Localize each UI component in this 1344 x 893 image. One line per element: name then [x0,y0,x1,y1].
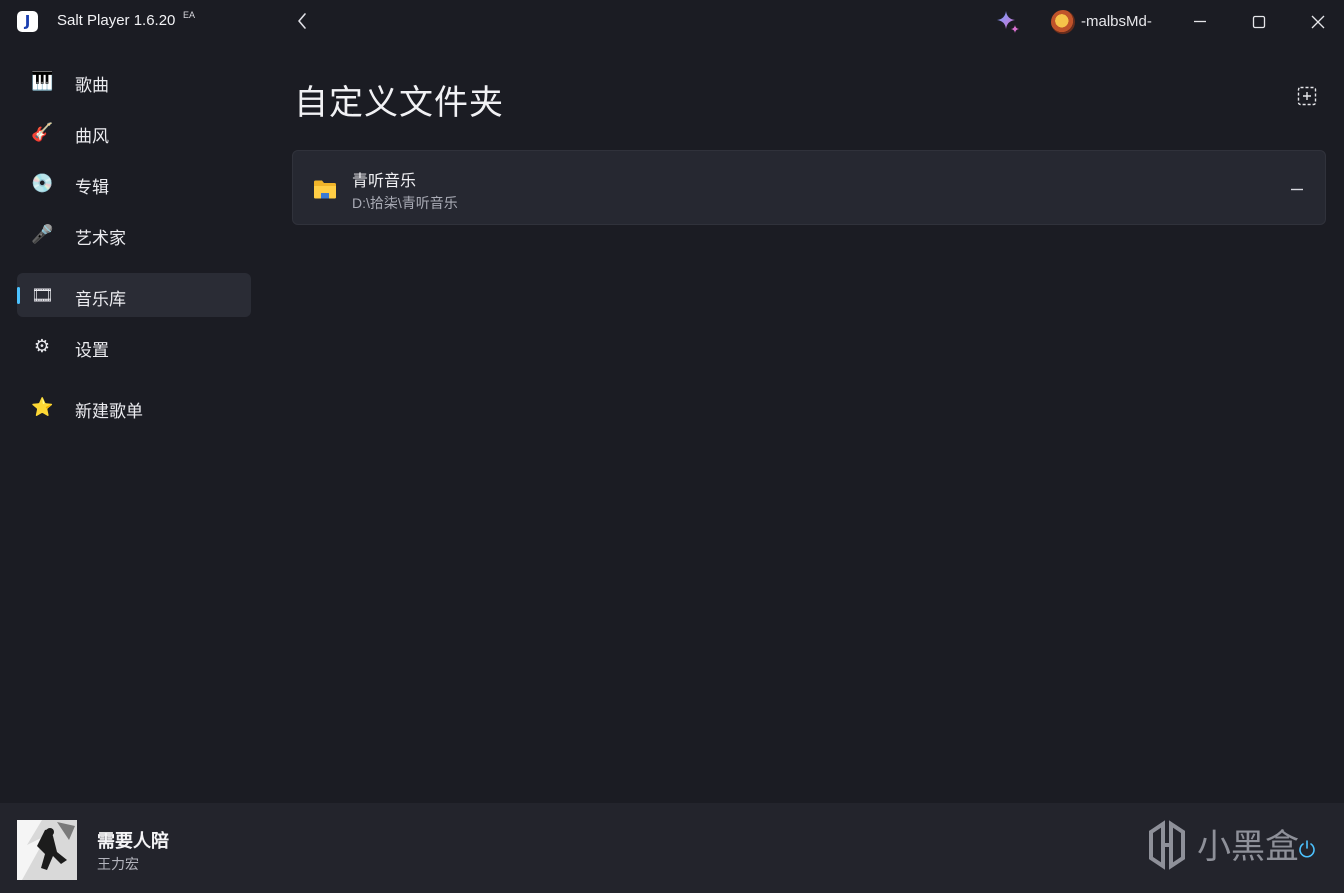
album-cover[interactable] [17,820,77,880]
folder-icon [314,180,336,199]
album-art-image [17,820,77,880]
sidebar-item-settings[interactable]: ⚙ 设置 [17,324,251,368]
add-folder-button[interactable] [1295,84,1319,108]
sidebar-item-label: 新建歌单 [75,402,143,421]
sidebar-item-label: 专辑 [75,178,109,197]
sidebar-item-label: 艺术家 [75,229,126,248]
sidebar-item-music-library[interactable]: 🎞 音乐库 [17,273,251,317]
piano-keys-icon: 🎹 [31,71,54,91]
app-title: Salt Player 1.6.20 [57,12,176,29]
minimize-button[interactable] [1185,8,1215,36]
minus-icon [1291,188,1303,191]
early-access-badge: EA [183,10,196,20]
sidebar-item-label: 设置 [75,341,109,360]
sidebar-item-label: 曲风 [75,127,109,146]
username[interactable]: -malbsMd- [1081,13,1152,30]
watermark-text: 小黑盒 [1197,827,1299,867]
app-logo: J [17,11,38,32]
add-box-icon [1297,86,1317,106]
maximize-icon [1252,15,1266,29]
user-avatar[interactable] [1051,10,1075,34]
remove-folder-button[interactable] [1285,177,1309,201]
active-indicator [17,287,20,304]
chevron-left-icon [298,13,306,29]
sidebar-item-songs[interactable]: 🎹 歌曲 [17,59,251,103]
gear-icon: ⚙ [33,336,51,356]
artist-name: 王力宏 [97,856,139,872]
power-icon [1299,840,1315,858]
maximize-button[interactable] [1244,8,1274,36]
vinyl-record-icon: 💿 [31,173,54,193]
player-bar: 需要人陪 王力宏 小黑盒 [0,803,1344,893]
page-title: 自定义文件夹 [294,84,504,122]
minimize-icon [1194,20,1206,23]
sidebar-item-label: 歌曲 [75,76,109,95]
power-button[interactable] [1296,838,1318,860]
sidebar-item-label: 音乐库 [75,290,126,309]
sidebar-item-artists[interactable]: 🎤 艺术家 [17,212,251,256]
sidebar-item-genres[interactable]: 🎸 曲风 [17,110,251,154]
sidebar-item-new-playlist[interactable]: ⭐ 新建歌单 [17,385,251,429]
folder-card[interactable]: 青听音乐 D:\拾柒\青听音乐 [292,150,1326,225]
ai-sparkle-button[interactable] [995,9,1021,35]
close-button[interactable] [1303,8,1333,36]
star-icon: ⭐ [31,397,54,417]
song-title: 需要人陪 [97,831,169,851]
guitar-icon: 🎸 [31,122,54,142]
back-button[interactable] [290,8,314,34]
sparkle-icon [997,11,1019,33]
microphone-icon: 🎤 [31,224,54,244]
title-bar: J Salt Player 1.6.20 EA -malbsMd- [0,0,1344,44]
folder-name: 青听音乐 [352,173,417,190]
film-strip-icon: 🎞 [31,285,54,305]
sidebar-item-albums[interactable]: 💿 专辑 [17,161,251,205]
folder-path: D:\拾柒\青听音乐 [352,195,458,211]
close-icon [1311,15,1325,29]
